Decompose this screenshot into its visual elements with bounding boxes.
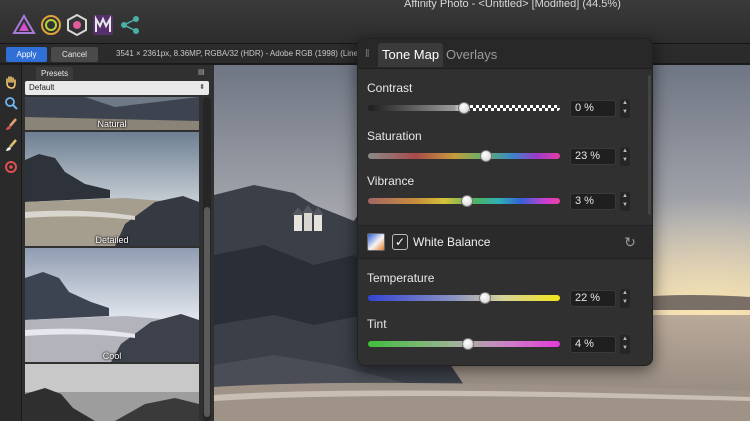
preset-thumbnail[interactable]: [25, 364, 199, 421]
tint-stepper[interactable]: ▲ ▼: [620, 335, 630, 354]
temperature-value-field[interactable]: 22 %: [570, 290, 616, 307]
temperature-slider[interactable]: [368, 292, 560, 304]
color-picker-icon[interactable]: [4, 160, 18, 174]
tab-tone-map[interactable]: Tone Map: [378, 43, 444, 67]
brush-tool-icon[interactable]: [4, 118, 18, 132]
preset-label: Detailed: [95, 235, 129, 245]
white-balance-row: ✓ White Balance ↻: [358, 225, 652, 259]
contrast-label: Contrast: [367, 81, 413, 95]
tint-slider[interactable]: [368, 338, 560, 350]
tone-map-panel: ‖ Tone Map Overlays Contrast 0 % ▲ ▼ Satu…: [357, 38, 653, 366]
tint-value-field[interactable]: 4 %: [570, 336, 616, 353]
develop-persona-icon[interactable]: [65, 13, 89, 37]
presets-category-select[interactable]: Default ⬍: [25, 81, 209, 95]
panel-menu-icon[interactable]: ▤: [198, 69, 206, 77]
hand-tool-icon[interactable]: [4, 75, 18, 89]
white-balance-label: White Balance: [413, 235, 491, 249]
tone-mapping-persona-icon[interactable]: [91, 13, 115, 37]
temperature-label: Temperature: [367, 271, 435, 285]
panel-scrollbar[interactable]: [648, 75, 651, 215]
slider-knob[interactable]: [461, 338, 474, 350]
presets-scrollbar[interactable]: [203, 97, 211, 421]
document-info: 3541 × 2361px, 8.36MP, RGBA/32 (HDR) - A…: [116, 49, 363, 58]
tools-panel: [0, 65, 22, 421]
preset-thumbnail-cool[interactable]: Cool: [25, 248, 199, 362]
slider-knob[interactable]: [460, 195, 473, 207]
presets-panel: Presets ▤ Default ⬍ Natural Detailed Coo…: [22, 65, 214, 421]
white-balance-picker-icon[interactable]: [367, 233, 385, 251]
slider-knob[interactable]: [480, 150, 493, 162]
white-balance-checkbox[interactable]: ✓: [392, 234, 408, 250]
slider-knob[interactable]: [458, 102, 470, 114]
contrast-slider[interactable]: [368, 102, 560, 114]
saturation-stepper[interactable]: ▲ ▼: [620, 147, 630, 166]
drag-handle-icon[interactable]: ‖: [365, 47, 371, 61]
apply-button[interactable]: Apply: [6, 47, 47, 62]
vibrance-slider[interactable]: [368, 195, 560, 207]
cancel-button[interactable]: Cancel: [51, 47, 98, 62]
presets-selected-value: Default: [29, 83, 55, 92]
preset-thumbnail-natural[interactable]: Natural: [25, 97, 199, 130]
tab-overlays[interactable]: Overlays: [442, 43, 501, 67]
panel-tab-bar: ‖ Tone Map Overlays: [358, 39, 652, 69]
vibrance-stepper[interactable]: ▲ ▼: [620, 192, 630, 211]
slider-knob[interactable]: [479, 292, 492, 304]
photo-persona-icon[interactable]: [12, 13, 36, 37]
preset-label: Cool: [102, 351, 122, 361]
saturation-label: Saturation: [367, 129, 422, 143]
tint-label: Tint: [367, 317, 387, 331]
preset-label: Natural: [97, 119, 127, 129]
liquify-persona-icon[interactable]: [39, 13, 63, 37]
contrast-value-field[interactable]: 0 %: [570, 100, 616, 117]
presets-tab[interactable]: Presets: [36, 67, 74, 80]
window-title: Affinity Photo - <Untitled> [Modified] (…: [404, 0, 621, 10]
vibrance-value-field[interactable]: 3 %: [570, 193, 616, 210]
chevron-updown-icon: ⬍: [199, 84, 205, 91]
zoom-tool-icon[interactable]: [4, 96, 18, 110]
erase-brush-icon[interactable]: [4, 139, 18, 153]
preset-thumbnail-detailed[interactable]: Detailed: [25, 132, 199, 246]
contrast-stepper[interactable]: ▲ ▼: [620, 99, 630, 118]
saturation-value-field[interactable]: 23 %: [570, 148, 616, 165]
scrollbar-thumb[interactable]: [204, 207, 210, 417]
saturation-slider[interactable]: [368, 150, 560, 162]
contrast-slider-pattern: [464, 105, 560, 111]
temperature-stepper[interactable]: ▲ ▼: [620, 289, 630, 308]
reset-icon[interactable]: ↻: [622, 234, 638, 250]
export-persona-icon[interactable]: [118, 13, 142, 37]
vibrance-label: Vibrance: [367, 174, 415, 188]
